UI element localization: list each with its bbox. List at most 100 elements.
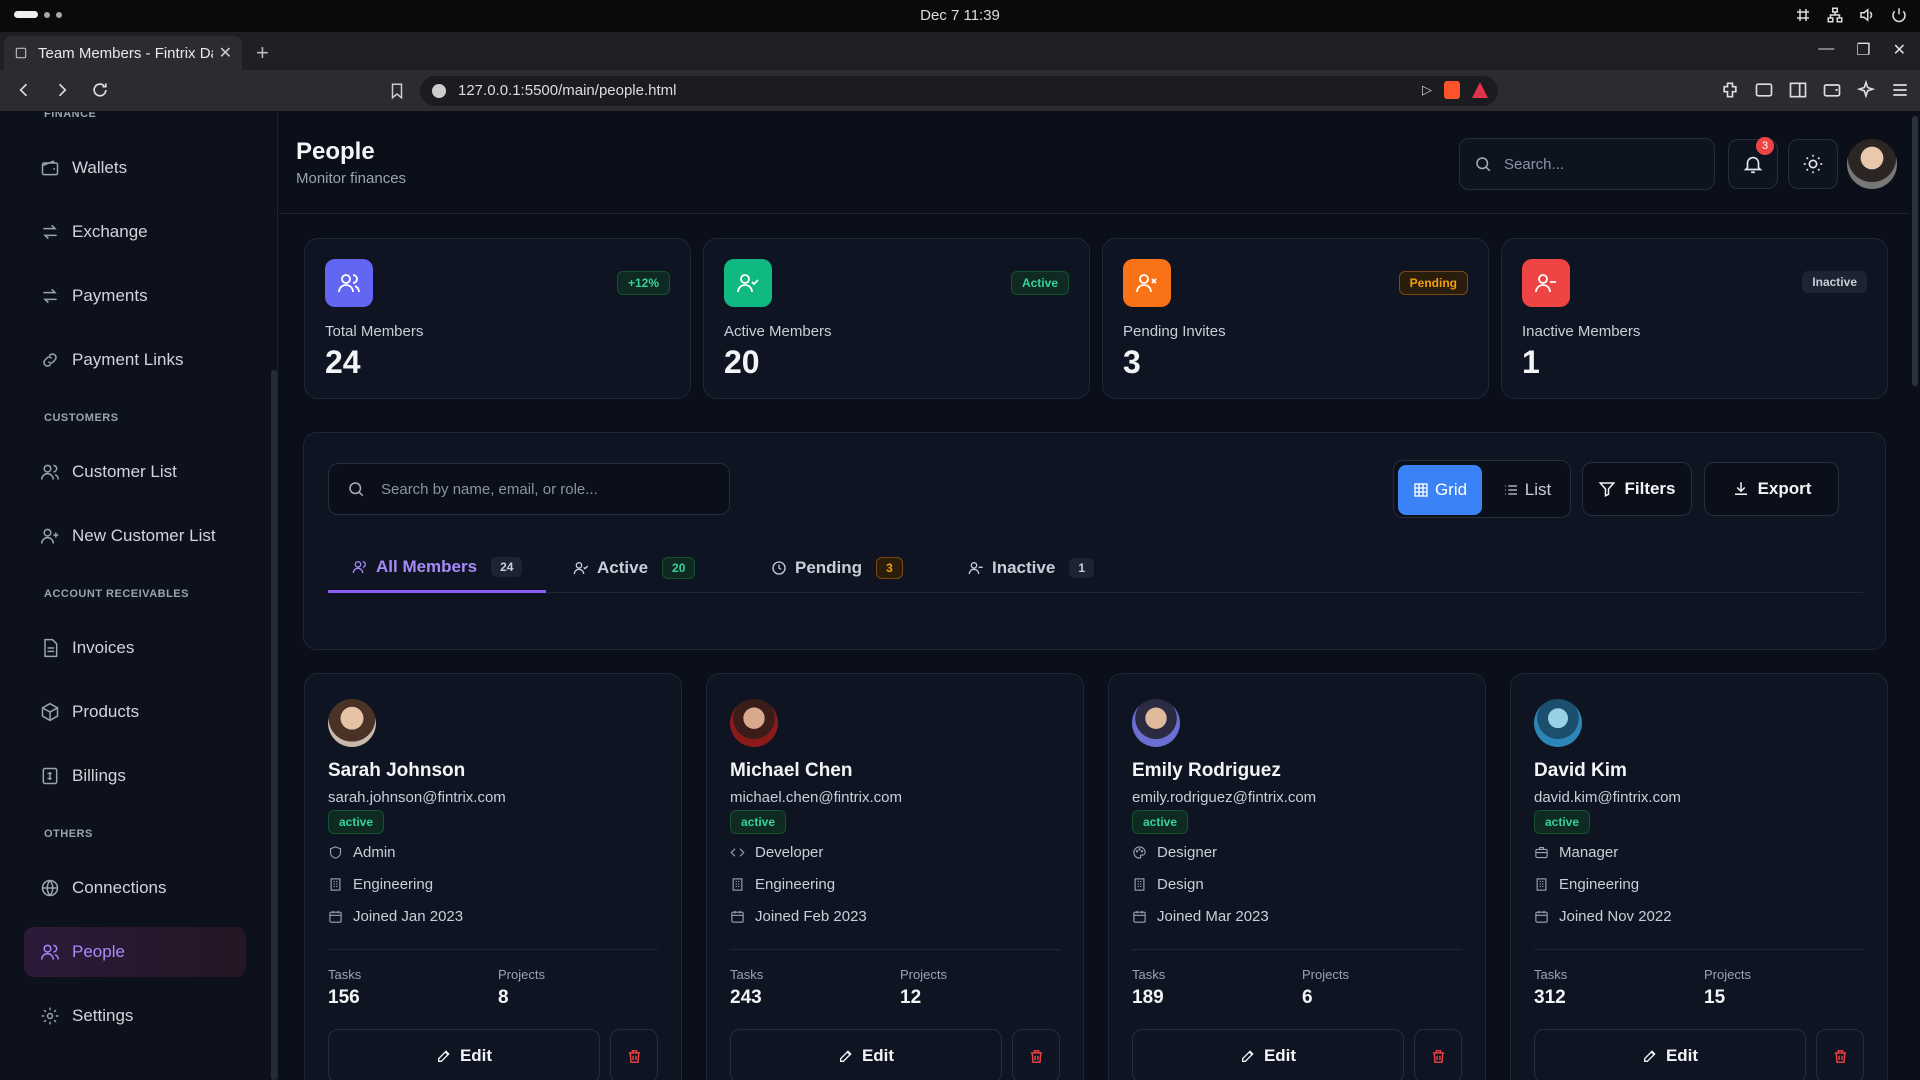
- tab-search-icon[interactable]: [1754, 80, 1774, 100]
- tab-pending[interactable]: Pending 3: [771, 543, 903, 593]
- user-plus-icon: [40, 528, 59, 544]
- new-tab-button[interactable]: +: [256, 40, 269, 66]
- search-placeholder: Search by name, email, or role...: [381, 480, 598, 498]
- tab-label: Inactive: [992, 558, 1056, 577]
- list-view-button[interactable]: List: [1486, 465, 1568, 515]
- browser-tab[interactable]: Team Members - Fintrix Dashboard ✕: [4, 36, 242, 70]
- minimize-icon[interactable]: —: [1818, 40, 1834, 60]
- trash-icon: [1030, 1049, 1042, 1063]
- tab-active[interactable]: Active 20: [573, 543, 696, 593]
- divider: [1534, 949, 1864, 950]
- edit-member-button[interactable]: Edit: [328, 1029, 600, 1080]
- tab-all-members[interactable]: All Members 24: [328, 543, 547, 593]
- export-button[interactable]: Export: [1704, 462, 1839, 516]
- sidebar-scrollbar[interactable]: [271, 370, 277, 1080]
- sidebar-item-customer-list[interactable]: Customer List: [24, 447, 246, 497]
- grid-view-button[interactable]: Grid: [1398, 465, 1482, 515]
- edit-icon: [1241, 1050, 1254, 1062]
- brave-shields-icon[interactable]: [1444, 81, 1460, 99]
- stat-label: Pending Invites: [1123, 323, 1226, 340]
- send-icon[interactable]: ▷: [1422, 82, 1432, 98]
- theme-toggle-button[interactable]: [1788, 139, 1838, 189]
- sidebar-item-label: Settings: [72, 1006, 134, 1025]
- user-avatar[interactable]: [1847, 139, 1897, 189]
- edit-label: Edit: [1263, 1046, 1297, 1065]
- member-search-input[interactable]: Search by name, email, or role...: [328, 463, 730, 515]
- scrollbar-thumb[interactable]: [1912, 116, 1918, 386]
- volume-icon[interactable]: [1858, 6, 1876, 24]
- member-joined: Joined Feb 2023: [730, 908, 867, 925]
- sidebar-item-connections[interactable]: Connections: [24, 863, 246, 913]
- url-bar[interactable]: 127.0.0.1:5500/main/people.html ▷: [420, 76, 1498, 106]
- delete-member-button[interactable]: [1414, 1029, 1462, 1080]
- main-content: People Monitor finances Search... 3 +12%…: [279, 112, 1920, 1080]
- sidebar-item-products[interactable]: Products: [24, 687, 246, 737]
- member-avatar: [730, 699, 778, 747]
- sidebar-item-new-customer-list[interactable]: New Customer List: [24, 511, 246, 561]
- tasks-value: 312: [1534, 987, 1566, 1008]
- header-search-input[interactable]: Search...: [1459, 138, 1715, 190]
- tasks-value: 156: [328, 987, 360, 1008]
- member-department: Engineering: [730, 876, 835, 893]
- forward-icon[interactable]: [52, 80, 72, 100]
- extensions-icon[interactable]: [1720, 80, 1740, 100]
- wallet-icon: [41, 160, 59, 176]
- sidebar-section-others: OTHERS: [44, 828, 93, 840]
- browser-toolbar: 127.0.0.1:5500/main/people.html ▷: [0, 70, 1920, 112]
- site-info-icon[interactable]: [432, 84, 446, 98]
- edit-member-button[interactable]: Edit: [730, 1029, 1002, 1080]
- wallet-browser-icon[interactable]: [1822, 80, 1842, 100]
- sidebar-item-payments[interactable]: Payments: [24, 271, 246, 321]
- role-label: Designer: [1157, 844, 1218, 861]
- maximize-icon[interactable]: ❐: [1856, 40, 1870, 60]
- system-clock[interactable]: Dec 7 11:39: [0, 7, 1920, 24]
- edit-member-button[interactable]: Edit: [1534, 1029, 1806, 1080]
- sidebar-item-exchange[interactable]: Exchange: [24, 207, 246, 257]
- filters-button[interactable]: Filters: [1582, 462, 1692, 516]
- sidebar-item-wallets[interactable]: Wallets: [24, 143, 246, 193]
- tab-count-badge: 1: [1069, 558, 1094, 578]
- delete-member-button[interactable]: [1816, 1029, 1864, 1080]
- back-icon[interactable]: [14, 80, 34, 100]
- member-joined: Joined Mar 2023: [1132, 908, 1269, 925]
- brave-rewards-icon[interactable]: [1472, 82, 1488, 98]
- edit-icon: [839, 1050, 852, 1062]
- close-window-icon[interactable]: ✕: [1893, 40, 1906, 60]
- sidebar-item-invoices[interactable]: Invoices: [24, 623, 246, 673]
- sidebar-item-billings[interactable]: Billings: [24, 751, 246, 801]
- bookmark-icon[interactable]: [388, 81, 406, 101]
- stat-value: 1: [1522, 344, 1540, 380]
- sidebar-toggle-icon[interactable]: [1788, 80, 1808, 100]
- system-bar: Dec 7 11:39: [0, 0, 1920, 32]
- edit-icon: [437, 1050, 450, 1062]
- slack-icon[interactable]: [1794, 6, 1812, 24]
- edit-member-button[interactable]: Edit: [1132, 1029, 1404, 1080]
- joined-label: Joined Mar 2023: [1157, 908, 1269, 925]
- leo-ai-icon[interactable]: [1856, 80, 1876, 100]
- power-icon[interactable]: [1890, 6, 1908, 24]
- exchange-icon: [43, 224, 57, 240]
- close-tab-icon[interactable]: ✕: [219, 43, 232, 63]
- sidebar-item-label: Connections: [72, 878, 167, 897]
- member-email: michael.chen@fintrix.com: [730, 789, 902, 806]
- reload-icon[interactable]: [90, 80, 110, 100]
- sidebar-item-people[interactable]: People: [24, 927, 246, 977]
- stat-value: 20: [724, 344, 760, 380]
- system-tray[interactable]: [1794, 6, 1908, 24]
- network-icon[interactable]: [1826, 6, 1844, 24]
- menu-icon[interactable]: [1890, 80, 1910, 100]
- member-status-badge: active: [1132, 810, 1189, 834]
- gear-icon: [41, 1007, 59, 1025]
- delete-member-button[interactable]: [610, 1029, 658, 1080]
- sidebar-item-payment-links[interactable]: Payment Links: [24, 335, 246, 385]
- sidebar-item-settings[interactable]: Settings: [24, 991, 246, 1041]
- download-icon: [1734, 482, 1747, 495]
- member-name: Emily Rodriguez: [1132, 760, 1281, 781]
- sidebar-item-label: Exchange: [72, 222, 148, 241]
- page-favicon-icon: [15, 47, 27, 59]
- growth-badge: +12%: [616, 271, 670, 295]
- delete-member-button[interactable]: [1012, 1029, 1060, 1080]
- notifications-button[interactable]: 3: [1728, 137, 1778, 189]
- tab-inactive[interactable]: Inactive 1: [968, 543, 1094, 593]
- page-scrollbar[interactable]: [1910, 112, 1920, 1080]
